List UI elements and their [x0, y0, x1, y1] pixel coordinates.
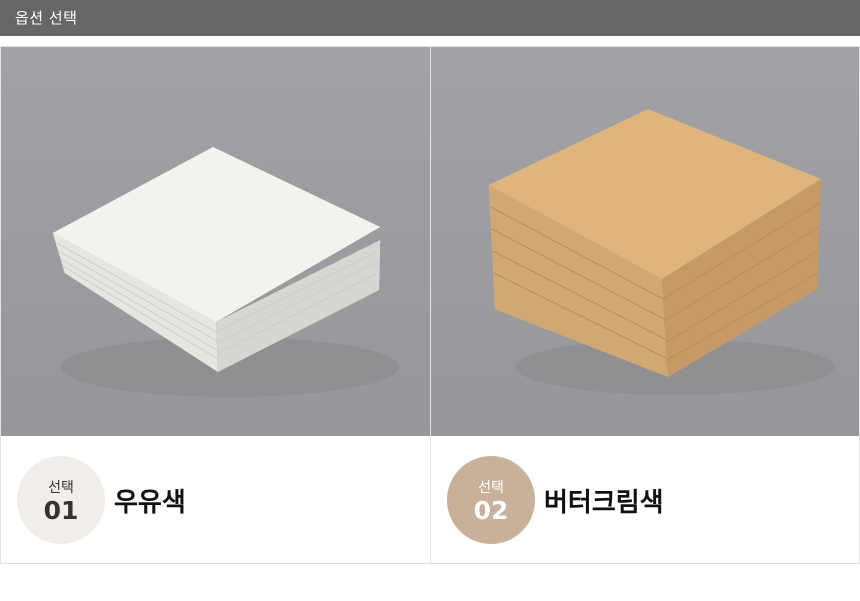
badge-label: 선택 — [478, 480, 504, 496]
option-badge: 선택 01 — [17, 456, 105, 544]
product-photo-buttercream — [431, 47, 859, 436]
badge-number: 01 — [43, 496, 79, 525]
option-info: 선택 02 버터크림색 — [431, 436, 859, 563]
option-info: 선택 01 우유색 — [1, 436, 430, 563]
option-badge: 선택 02 — [447, 456, 535, 544]
option-name: 우유색 — [114, 488, 186, 518]
memo-pad-image — [431, 47, 859, 436]
page-title: 옵션 선택 — [15, 9, 78, 27]
product-photo-milk — [1, 47, 430, 436]
option-list: 선택 01 우유색 선택 02 버터크림색 — [0, 46, 860, 564]
badge-number: 02 — [473, 496, 509, 525]
memo-pad-image — [1, 47, 430, 436]
option-card-02[interactable]: 선택 02 버터크림색 — [430, 46, 860, 564]
option-card-01[interactable]: 선택 01 우유색 — [0, 46, 431, 564]
header-bar: 옵션 선택 — [0, 0, 860, 36]
option-name: 버터크림색 — [544, 488, 664, 518]
badge-label: 선택 — [48, 480, 74, 496]
